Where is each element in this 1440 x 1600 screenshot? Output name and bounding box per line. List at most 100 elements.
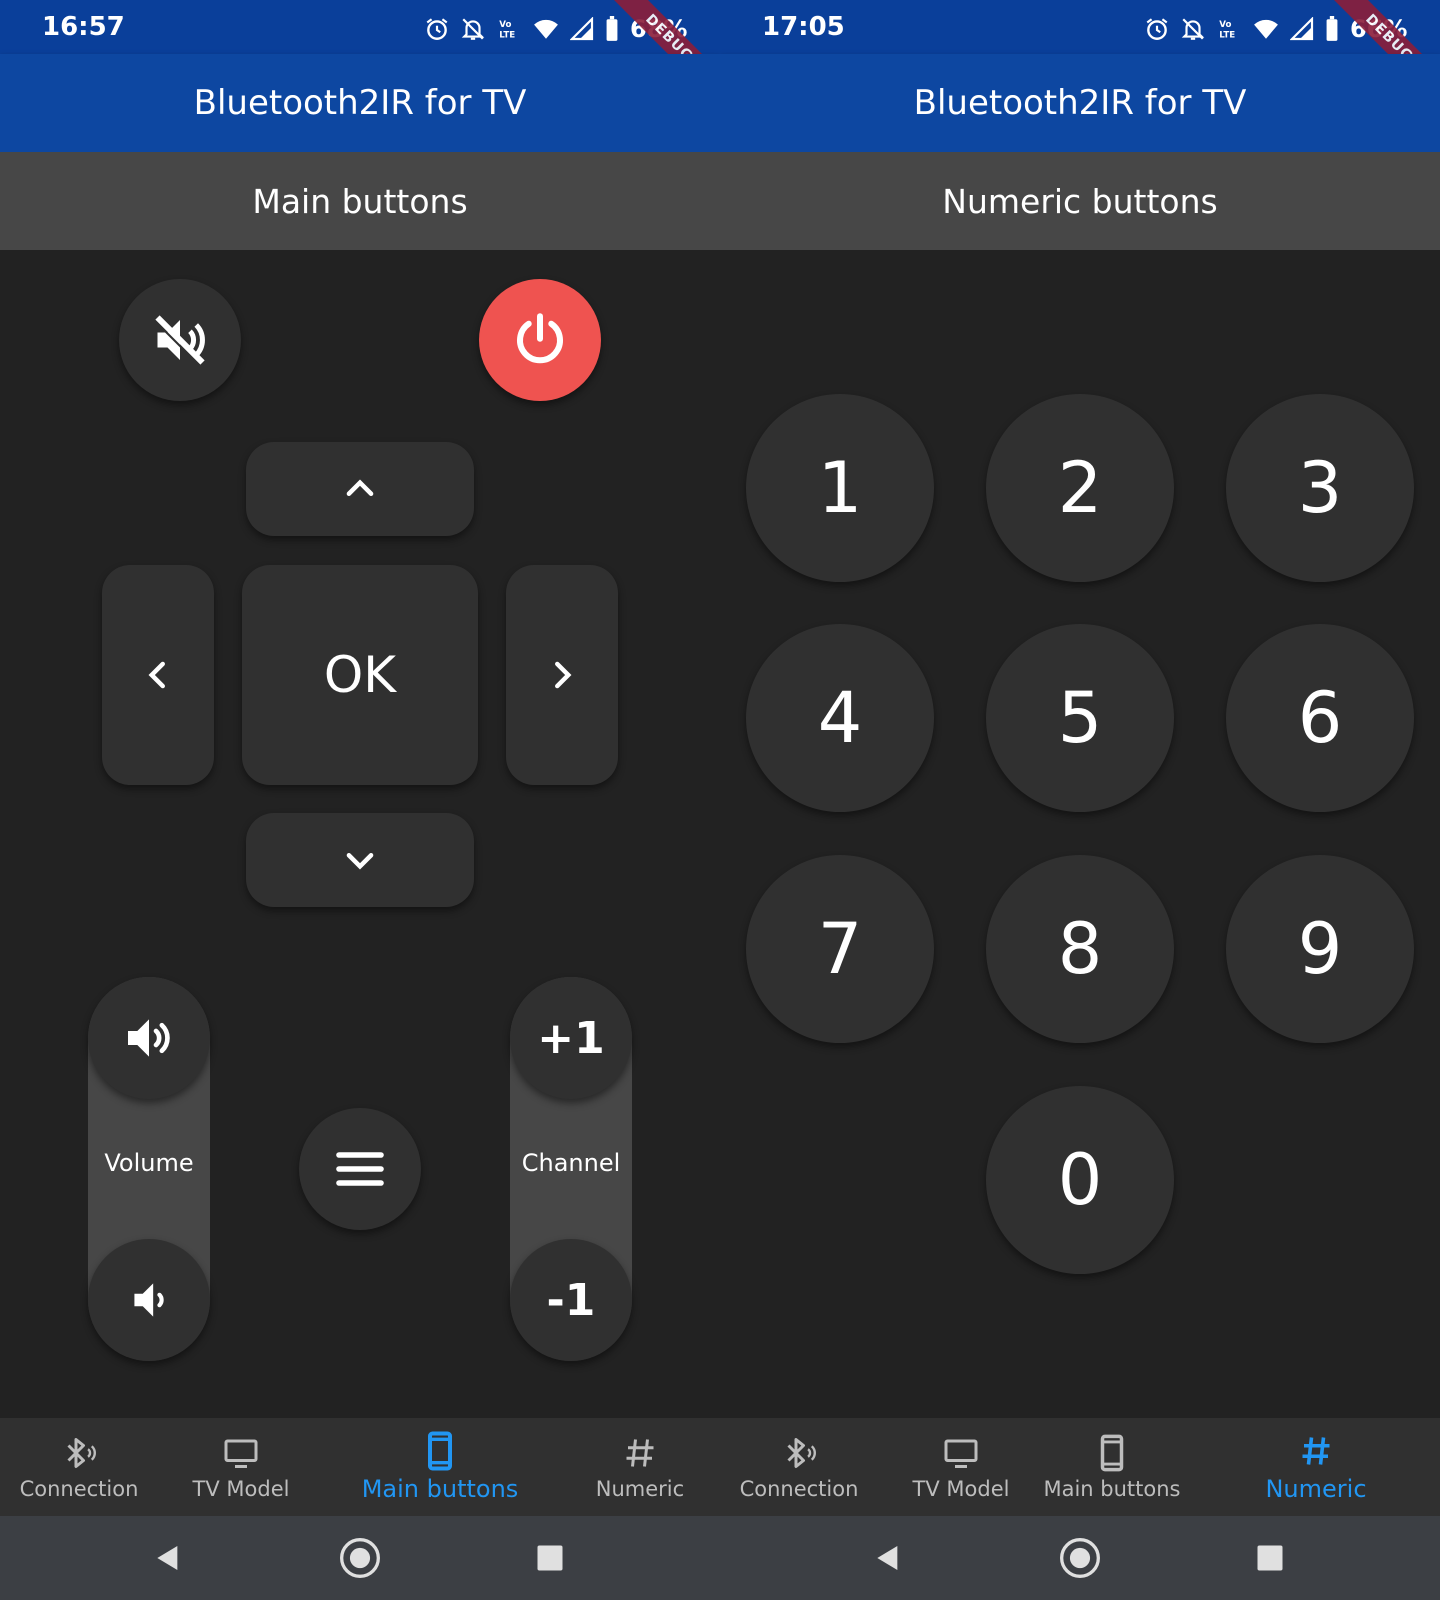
volume-up-icon	[128, 1019, 170, 1057]
numeric-buttons-screen: 17:05 VoLTE 66% DEBUG Bluetooth2IR for T…	[720, 0, 1440, 1600]
status-time: 16:57	[42, 12, 125, 42]
status-bar: 17:05 VoLTE 66% DEBUG	[720, 0, 1440, 107]
channel-down-button[interactable]: -1	[510, 1239, 632, 1361]
alarm-icon	[1146, 18, 1168, 40]
number-button-2[interactable]: 2	[986, 394, 1174, 582]
back-triangle-icon	[157, 1546, 178, 1570]
number-button-1[interactable]: 1	[746, 394, 934, 582]
volume-down-icon	[134, 1283, 164, 1317]
page-header: Numeric buttons	[720, 152, 1440, 250]
nav-item-connection[interactable]: Connection	[720, 1418, 878, 1516]
cell-signal-icon	[570, 17, 594, 41]
nav-item-tv-model[interactable]: TV Model	[882, 1418, 1040, 1516]
nav-label: Numeric	[595, 1477, 685, 1501]
battery-icon	[606, 16, 618, 41]
page-header: Main buttons	[0, 152, 720, 250]
mute-icon	[153, 315, 205, 367]
volume-rocker: Volume	[88, 977, 210, 1361]
recents-button[interactable]	[1248, 1536, 1292, 1580]
battery-icon	[1326, 16, 1338, 41]
svg-text:Vo: Vo	[499, 20, 511, 30]
bottom-navigation: Connection TV Model Main buttons Numeric	[0, 1418, 720, 1516]
wifi-icon	[1254, 19, 1278, 39]
chevron-down-icon	[346, 853, 374, 870]
status-bar: 16:57 VoLTE 68% DEBUG	[0, 0, 720, 107]
system-navigation-bar	[0, 1516, 720, 1600]
channel-up-label: +1	[537, 1012, 605, 1064]
dpad-left-button[interactable]	[102, 565, 214, 785]
main-buttons-screen: 16:57 VoLTE 68% DEBUG Bluetooth2IR for T…	[0, 0, 720, 1600]
nav-item-numeric[interactable]: Numeric	[1230, 1418, 1402, 1516]
svg-text:LTE: LTE	[499, 31, 515, 41]
menu-icon	[336, 1152, 384, 1186]
power-button[interactable]	[479, 279, 601, 401]
nav-item-numeric[interactable]: Numeric	[560, 1418, 720, 1516]
nav-label: Connection	[739, 1477, 859, 1501]
volume-down-button[interactable]	[88, 1239, 210, 1361]
tv-icon	[221, 1433, 261, 1473]
nav-item-main-buttons[interactable]: Main buttons	[345, 1418, 535, 1516]
bluetooth-audio-icon	[781, 1433, 817, 1473]
page-title: Numeric buttons	[942, 181, 1218, 221]
phone-icon	[1098, 1433, 1126, 1473]
notifications-off-icon	[461, 18, 485, 40]
ok-label: OK	[323, 646, 397, 704]
nav-label: Main buttons	[1043, 1477, 1181, 1501]
status-time: 17:05	[762, 12, 845, 42]
svg-text:LTE: LTE	[1219, 31, 1235, 41]
nav-label: Connection	[19, 1477, 139, 1501]
volume-up-button[interactable]	[88, 977, 210, 1099]
number-button-6[interactable]: 6	[1226, 624, 1414, 812]
number-button-0[interactable]: 0	[986, 1086, 1174, 1274]
volte-icon: VoLTE	[1219, 20, 1235, 41]
cell-signal-icon	[1290, 17, 1314, 41]
alarm-icon	[426, 18, 448, 40]
home-circle-icon	[1060, 1538, 1100, 1578]
notifications-off-icon	[1181, 18, 1205, 40]
wifi-icon	[534, 19, 558, 39]
app-title: Bluetooth2IR for TV	[913, 83, 1247, 123]
channel-label: Channel	[521, 1149, 621, 1177]
dpad-down-button[interactable]	[246, 813, 474, 907]
home-circle-icon	[340, 1538, 380, 1578]
page-title: Main buttons	[252, 181, 468, 221]
nav-item-connection[interactable]: Connection	[0, 1418, 158, 1516]
number-button-5[interactable]: 5	[986, 624, 1174, 812]
app-bar: Bluetooth2IR for TV	[0, 54, 720, 152]
channel-down-label: -1	[546, 1274, 596, 1326]
number-button-8[interactable]: 8	[986, 855, 1174, 1043]
back-triangle-icon	[877, 1546, 898, 1570]
recents-square-icon	[537, 1545, 563, 1571]
number-button-4[interactable]: 4	[746, 624, 934, 812]
back-button[interactable]	[146, 1536, 190, 1580]
mute-button[interactable]	[119, 279, 241, 401]
bluetooth-audio-icon	[61, 1433, 97, 1473]
nav-label: Numeric	[1265, 1475, 1367, 1503]
nav-label: TV Model	[912, 1477, 1010, 1501]
phone-icon	[425, 1431, 455, 1471]
volume-label: Volume	[104, 1149, 194, 1177]
nav-label: TV Model	[192, 1477, 290, 1501]
home-button[interactable]	[338, 1536, 382, 1580]
channel-up-button[interactable]: +1	[510, 977, 632, 1099]
ok-button[interactable]: OK	[242, 565, 478, 785]
number-button-7[interactable]: 7	[746, 855, 934, 1043]
nav-item-main-buttons[interactable]: Main buttons	[1026, 1418, 1198, 1516]
svg-text:Vo: Vo	[1219, 20, 1231, 30]
chevron-right-icon	[555, 661, 572, 689]
menu-button[interactable]	[299, 1108, 421, 1230]
number-button-3[interactable]: 3	[1226, 394, 1414, 582]
dpad-up-button[interactable]	[246, 442, 474, 536]
volte-icon: VoLTE	[499, 20, 515, 41]
app-bar: Bluetooth2IR for TV	[720, 54, 1440, 152]
recents-square-icon	[1257, 1545, 1283, 1571]
back-button[interactable]	[866, 1536, 910, 1580]
bottom-navigation: Connection TV Model Main buttons Numeric	[720, 1418, 1440, 1516]
home-button[interactable]	[1058, 1536, 1102, 1580]
power-icon	[517, 313, 563, 364]
dpad-right-button[interactable]	[506, 565, 618, 785]
recents-button[interactable]	[528, 1536, 572, 1580]
chevron-left-icon	[148, 661, 165, 689]
number-button-9[interactable]: 9	[1226, 855, 1414, 1043]
nav-item-tv-model[interactable]: TV Model	[162, 1418, 320, 1516]
